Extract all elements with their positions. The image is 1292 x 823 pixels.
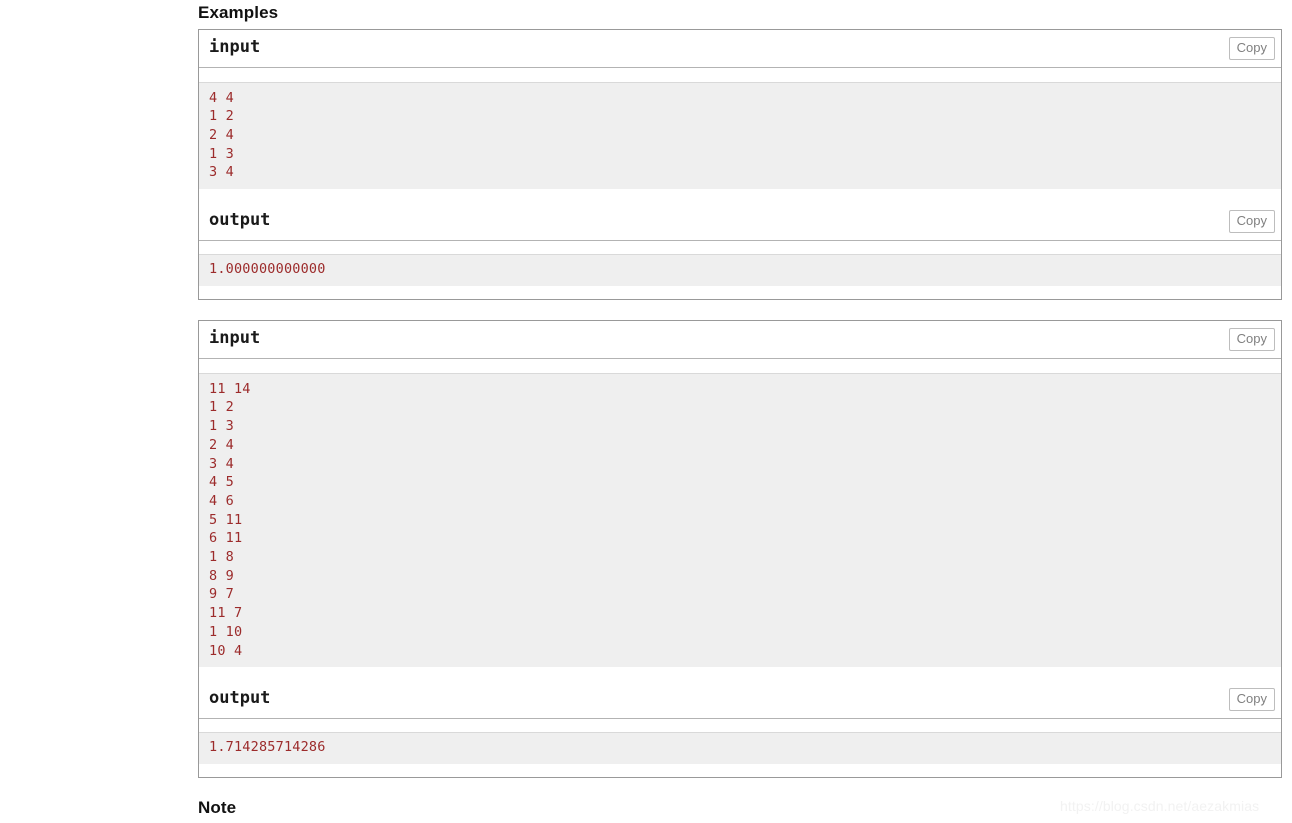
sample-2-input-header: input Copy (199, 321, 1281, 360)
examples-section-heading: Examples (198, 3, 279, 22)
sample-2-output-text: 1.714285714286 (199, 732, 1281, 764)
problem-statement-content: Examples input Copy 4 4 1 2 2 4 1 3 3 4 … (198, 0, 1282, 823)
sample-test-2: input Copy 11 14 1 2 1 3 2 4 3 4 4 5 4 6… (198, 320, 1282, 779)
copy-button-sample-2-output[interactable]: Copy (1228, 687, 1275, 711)
sample-1-output-label: output (209, 209, 271, 230)
sample-2-input-label: input (209, 328, 261, 349)
copy-button-sample-2-input[interactable]: Copy (1228, 328, 1275, 352)
sample-2-output-header: output Copy (199, 680, 1281, 719)
copy-button-sample-1-output[interactable]: Copy (1228, 209, 1275, 233)
sample-1-input-label: input (209, 37, 261, 57)
sample-test-1: input Copy 4 4 1 2 2 4 1 3 3 4 output Co… (198, 29, 1282, 301)
sample-2-output-label: output (209, 687, 271, 708)
sample-1-output-header: output Copy (199, 202, 1281, 241)
sample-2-input-text: 11 14 1 2 1 3 2 4 3 4 4 5 4 6 5 11 6 11 … (199, 372, 1281, 668)
copy-button-sample-1-input[interactable]: Copy (1228, 37, 1275, 60)
sample-1-input-text: 4 4 1 2 2 4 1 3 3 4 (199, 81, 1281, 190)
site-watermark: https://blog.csdn.net/aezakmias (1060, 798, 1260, 814)
sample-1-input-header: input Copy (199, 30, 1281, 68)
sample-1-output-text: 1.000000000000 (199, 254, 1281, 286)
